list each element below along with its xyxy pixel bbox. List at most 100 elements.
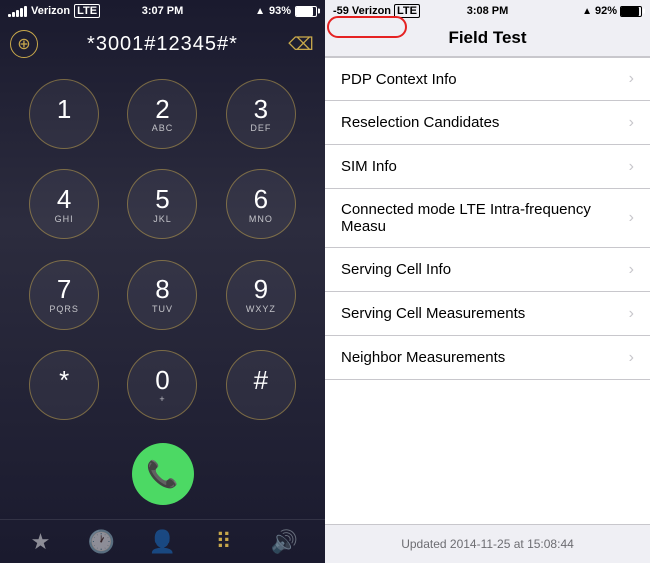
nav-item-contacts[interactable]: 👤 <box>143 522 183 562</box>
clear-button[interactable]: ⌫ <box>287 30 315 58</box>
phone-icon: 📞 <box>146 459 178 490</box>
key-main-6: 7 <box>57 275 71 304</box>
menu-label-1: Reselection Candidates <box>341 114 621 131</box>
signal-bar-5 <box>24 6 27 17</box>
location-icon-left: ▲ <box>255 6 265 17</box>
nav-item-recents[interactable]: 🕐 <box>82 522 122 562</box>
network-type-right: LTE <box>394 4 420 18</box>
key-main-10: 0 <box>155 366 169 395</box>
key-button-3[interactable]: 3DEF <box>226 79 296 149</box>
updated-timestamp: Updated 2014-11-25 at 15:08:44 <box>401 537 574 551</box>
key-sub-7: TUV <box>152 304 173 314</box>
key-button-4[interactable]: 4GHI <box>29 169 99 239</box>
carrier-name-right: Verizon <box>352 5 391 17</box>
menu-label-0: PDP Context Info <box>341 71 621 88</box>
signal-bar-2 <box>12 12 15 17</box>
carrier-info-right: -59 Verizon LTE <box>333 4 420 18</box>
key-button-6[interactable]: 6MNO <box>226 169 296 239</box>
key-sub-3: GHI <box>55 214 74 224</box>
menu-item-2[interactable]: SIM Info › <box>325 145 650 189</box>
carrier-name-left: Verizon <box>31 5 70 17</box>
chevron-icon-4: › <box>629 261 634 279</box>
add-contact-button[interactable]: ⊕ <box>10 30 38 58</box>
key-main-8: 9 <box>254 275 268 304</box>
key-sub-10: + <box>159 394 165 404</box>
key-main-5: 6 <box>254 185 268 214</box>
field-test-footer: Updated 2014-11-25 at 15:08:44 <box>325 524 650 563</box>
key-main-2: 3 <box>254 95 268 124</box>
key-button-7[interactable]: 7PQRS <box>29 260 99 330</box>
menu-item-3[interactable]: Connected mode LTE Intra-frequency Measu… <box>325 189 650 248</box>
battery-pct-left: 93% <box>269 5 291 17</box>
key-main-11: # <box>254 366 268 395</box>
key-button-1[interactable]: 1 <box>29 79 99 149</box>
battery-icon-left <box>295 6 317 17</box>
key-button-2[interactable]: 2ABC <box>127 79 197 149</box>
keypad-grid: 1 2ABC 3DEF 4GHI 5JKL 6MNO 7PQRS 8TUV 9WXYZ * 0+ # <box>0 66 325 433</box>
battery-fill-left <box>296 7 313 16</box>
menu-label-6: Neighbor Measurements <box>341 349 621 366</box>
favorites-icon: ★ <box>31 529 51 555</box>
battery-info-left: ▲ 93% <box>255 5 317 17</box>
call-button[interactable]: 📞 <box>132 443 194 505</box>
chevron-icon-2: › <box>629 158 634 176</box>
key-main-1: 2 <box>155 95 169 124</box>
chevron-icon-5: › <box>629 305 634 323</box>
chevron-icon-0: › <box>629 70 634 88</box>
chevron-icon-3: › <box>629 209 634 227</box>
battery-pct-right: 92% <box>595 5 617 17</box>
field-test-panel: -59 Verizon LTE 3:08 PM ▲ 92% Field Test… <box>325 0 650 563</box>
dialed-number: *3001#12345#* <box>44 33 281 56</box>
chevron-icon-1: › <box>629 114 634 132</box>
signal-bars-left <box>8 6 27 17</box>
menu-item-4[interactable]: Serving Cell Info› <box>325 248 650 292</box>
nav-item-favorites[interactable]: ★ <box>21 522 61 562</box>
key-button-9[interactable]: 9WXYZ <box>226 260 296 330</box>
key-sub-5: MNO <box>249 214 273 224</box>
network-type-left: LTE <box>74 4 100 18</box>
nav-item-keypad[interactable]: ⠿ <box>204 522 244 562</box>
call-button-wrapper: 📞 <box>0 433 325 519</box>
key-sub-2: DEF <box>250 123 271 133</box>
key-button-8[interactable]: 8TUV <box>127 260 197 330</box>
chevron-icon-6: › <box>629 349 634 367</box>
signal-dbm: -59 <box>333 5 349 17</box>
field-test-title: Field Test <box>448 28 526 47</box>
menu-item-6[interactable]: Neighbor Measurements › <box>325 336 650 380</box>
battery-info-right: ▲ 92% <box>582 5 642 17</box>
signal-bar-1 <box>8 14 11 17</box>
key-main-0: 1 <box>57 95 71 124</box>
menu-label-5: Serving Cell Measurements <box>341 305 621 322</box>
status-bar-right: -59 Verizon LTE 3:08 PM ▲ 92% <box>325 0 650 22</box>
menu-item-5[interactable]: Serving Cell Measurements › <box>325 292 650 336</box>
key-sub-6: PQRS <box>49 304 79 314</box>
add-icon: ⊕ <box>17 34 30 54</box>
bottom-nav: ★ 🕐 👤 ⠿ 🔊 <box>0 519 325 563</box>
dialer-panel: Verizon LTE 3:07 PM ▲ 93% ⊕ *3001#12345#… <box>0 0 325 563</box>
battery-icon-right <box>620 6 642 17</box>
recents-icon: 🕐 <box>88 529 115 555</box>
dial-field: ⊕ *3001#12345#* ⌫ <box>0 22 325 66</box>
carrier-info-left: Verizon LTE <box>8 4 100 18</box>
menu-item-0[interactable]: PDP Context Info › <box>325 57 650 101</box>
battery-fill-right <box>621 7 639 16</box>
nav-item-voicemail[interactable]: 🔊 <box>265 522 305 562</box>
contacts-icon: 👤 <box>149 529 176 555</box>
key-sub-1: ABC <box>152 123 174 133</box>
status-bar-left: Verizon LTE 3:07 PM ▲ 93% <box>0 0 325 22</box>
time-right: 3:08 PM <box>467 5 509 17</box>
menu-label-3: Connected mode LTE Intra-frequency Measu <box>341 201 621 235</box>
menu-item-1[interactable]: Reselection Candidates › <box>325 101 650 145</box>
signal-bar-3 <box>16 10 19 17</box>
key-button-5[interactable]: 5JKL <box>127 169 197 239</box>
time-left: 3:07 PM <box>142 5 184 17</box>
location-icon-right: ▲ <box>582 6 592 17</box>
menu-label-2: SIM Info <box>341 158 621 175</box>
key-button-0[interactable]: 0+ <box>127 350 197 420</box>
signal-bar-4 <box>20 8 23 17</box>
key-main-9: * <box>59 366 69 395</box>
key-button-*[interactable]: * <box>29 350 99 420</box>
field-test-header: Field Test <box>325 22 650 57</box>
key-button-#[interactable]: # <box>226 350 296 420</box>
menu-list: PDP Context Info › Reselection Candidates ›… <box>325 57 650 524</box>
